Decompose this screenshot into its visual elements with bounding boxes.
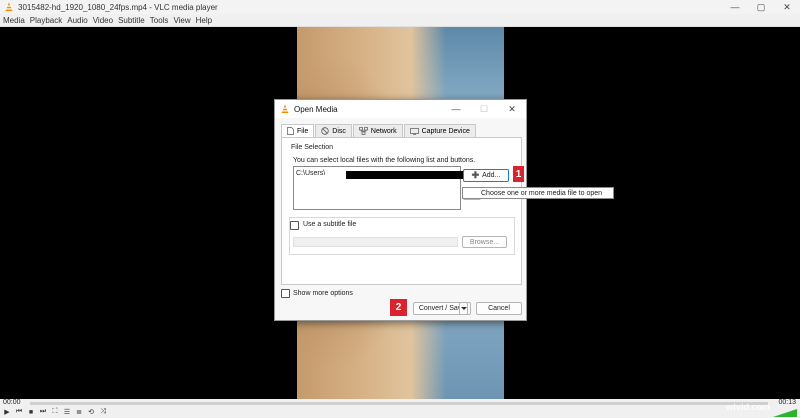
- use-subtitle-label: Use a subtitle file: [303, 221, 357, 228]
- vlc-cone-icon: [280, 104, 290, 114]
- next-icon[interactable]: ⏭: [39, 408, 47, 416]
- menu-view[interactable]: View: [173, 16, 190, 25]
- dialog-minimize-button[interactable]: —: [442, 100, 470, 118]
- add-button[interactable]: ✚ Add...: [463, 169, 509, 182]
- time-elapsed: 00:00: [3, 399, 21, 406]
- time-total: 00:13: [778, 399, 796, 406]
- use-subtitle-checkbox[interactable]: [290, 221, 299, 230]
- file-selection-description: You can select local files with the foll…: [293, 157, 476, 164]
- dialog-titlebar: Open Media — ☐ ✕: [275, 100, 526, 118]
- files-list[interactable]: C:\Users\ ...: [293, 166, 466, 210]
- menu-playback[interactable]: Playback: [30, 16, 62, 25]
- menu-tools[interactable]: Tools: [150, 16, 169, 25]
- vlc-cone-icon: [2, 0, 16, 14]
- tab-network[interactable]: Network: [352, 124, 403, 137]
- menu-audio[interactable]: Audio: [67, 16, 87, 25]
- extended-settings-icon[interactable]: ☰: [63, 408, 71, 416]
- file-selection-label: File Selection: [291, 144, 334, 151]
- cancel-button[interactable]: Cancel: [476, 302, 522, 315]
- dialog-title: Open Media: [294, 104, 338, 114]
- loop-icon[interactable]: ⟲: [87, 408, 95, 416]
- tab-bar: File Disc Network Capture Device: [281, 124, 477, 137]
- network-icon: [359, 127, 368, 135]
- show-more-options-checkbox[interactable]: [281, 289, 290, 298]
- stop-icon[interactable]: ■: [27, 408, 35, 416]
- window-title: 3015482-hd_1920_1080_24fps.mp4 - VLC med…: [18, 2, 218, 12]
- menu-media[interactable]: Media: [3, 16, 25, 25]
- previous-icon[interactable]: ⏮: [15, 408, 23, 416]
- seek-bar[interactable]: [30, 402, 768, 405]
- menu-subtitle[interactable]: Subtitle: [118, 16, 145, 25]
- fullscreen-icon[interactable]: ⛶: [51, 408, 59, 416]
- step-badge-2: 2: [390, 299, 407, 316]
- disc-icon: [321, 127, 329, 135]
- file-entry[interactable]: C:\Users\: [296, 170, 325, 177]
- window-titlebar: 3015482-hd_1920_1080_24fps.mp4 - VLC med…: [0, 0, 800, 14]
- player-controls: 00:00 00:13 ▶ ⏮ ■ ⏭ ⛶ ☰ ≣ ⟲ ⤨: [0, 399, 800, 418]
- menu-video[interactable]: Video: [93, 16, 113, 25]
- file-entry-ellipsis: ...: [448, 170, 454, 177]
- dialog-maximize-button[interactable]: ☐: [470, 100, 498, 118]
- plus-icon: ✚: [471, 170, 480, 180]
- subtitle-path-input: [293, 237, 458, 247]
- tab-disc[interactable]: Disc: [315, 124, 352, 137]
- minimize-button[interactable]: —: [722, 0, 748, 14]
- show-more-options-label: Show more options: [293, 290, 353, 297]
- capture-device-icon: [409, 127, 419, 135]
- shuffle-icon[interactable]: ⤨: [99, 408, 107, 416]
- menu-bar: Media Playback Audio Video Subtitle Tool…: [0, 14, 800, 27]
- playlist-icon[interactable]: ≣: [75, 408, 83, 416]
- open-media-dialog: Open Media — ☐ ✕ File Disc Network Captu…: [274, 99, 527, 321]
- file-icon: [287, 127, 294, 135]
- tab-capture-device[interactable]: Capture Device: [403, 124, 476, 137]
- watermark: wtvid.com: [725, 402, 770, 412]
- browse-button: Browse...: [462, 236, 507, 248]
- step-badge-1: 1: [513, 166, 524, 182]
- tab-file[interactable]: File: [281, 124, 315, 137]
- volume-slider[interactable]: [773, 409, 797, 417]
- add-tooltip: Choose one or more media file to open: [462, 187, 614, 199]
- maximize-button[interactable]: ▢: [748, 0, 774, 14]
- convert-dropdown-button[interactable]: [459, 302, 468, 315]
- play-icon[interactable]: ▶: [3, 408, 11, 416]
- caret-down-icon: [460, 307, 467, 310]
- close-button[interactable]: ✕: [774, 0, 800, 14]
- menu-help[interactable]: Help: [196, 16, 212, 25]
- dialog-close-button[interactable]: ✕: [498, 100, 526, 118]
